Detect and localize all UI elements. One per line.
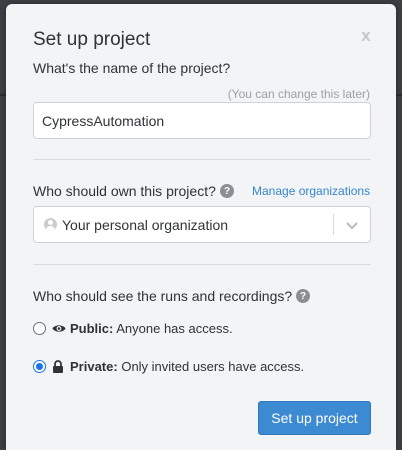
private-option-title: Private: bbox=[70, 358, 118, 374]
public-option-text: Public: Anyone has access. bbox=[70, 321, 233, 336]
public-option-description: Anyone has access. bbox=[116, 320, 233, 336]
owner-label: Who should own this project? bbox=[33, 183, 216, 199]
owner-select[interactable]: Your personal organization bbox=[33, 206, 371, 243]
divider bbox=[33, 264, 371, 265]
private-radio[interactable] bbox=[33, 359, 46, 373]
divider bbox=[33, 159, 371, 160]
set-up-project-button[interactable]: Set up project bbox=[258, 401, 371, 435]
project-name-input[interactable] bbox=[33, 102, 371, 139]
user-avatar-icon bbox=[44, 218, 57, 231]
chevron-down-icon[interactable] bbox=[342, 215, 362, 235]
visibility-option-public[interactable]: Public: Anyone has access. bbox=[33, 318, 233, 338]
private-option-text: Private: Only invited users have access. bbox=[70, 359, 304, 374]
question-circle-icon[interactable]: ? bbox=[296, 289, 310, 303]
close-icon[interactable]: x bbox=[358, 26, 374, 45]
question-circle-icon[interactable]: ? bbox=[220, 184, 234, 198]
project-name-hint: (You can change this later) bbox=[227, 87, 370, 101]
modal-title: Set up project bbox=[33, 29, 151, 50]
public-radio[interactable] bbox=[33, 321, 46, 335]
visibility-option-private[interactable]: Private: Only invited users have access. bbox=[33, 356, 304, 376]
owner-select-value: Your personal organization bbox=[62, 217, 229, 233]
private-option-description: Only invited users have access. bbox=[121, 358, 305, 374]
manage-organizations-link[interactable]: Manage organizations bbox=[252, 184, 370, 198]
eye-icon bbox=[52, 321, 66, 335]
public-option-title: Public: bbox=[70, 320, 114, 336]
lock-icon bbox=[52, 359, 66, 373]
setup-project-modal: Set up project x What's the name of the … bbox=[6, 4, 396, 450]
project-name-label: What's the name of the project? bbox=[33, 60, 231, 76]
select-separator bbox=[333, 214, 334, 235]
visibility-label: Who should see the runs and recordings? bbox=[33, 288, 293, 304]
